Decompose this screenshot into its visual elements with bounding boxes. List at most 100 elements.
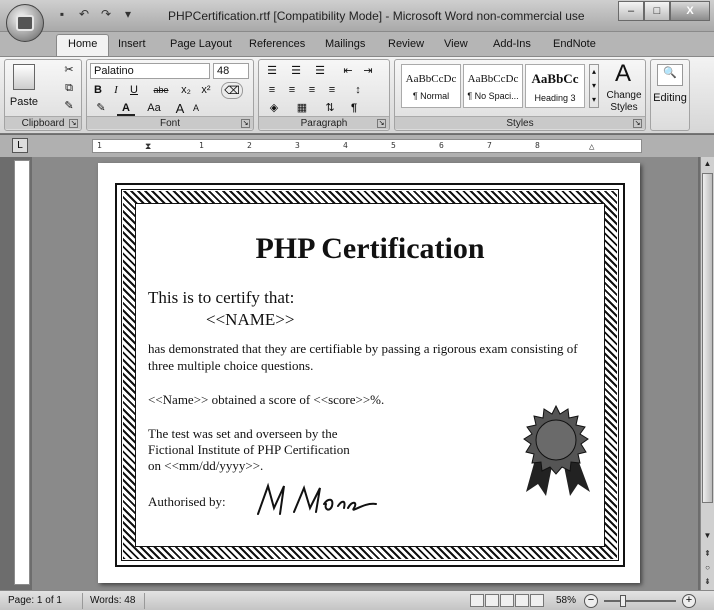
tab-add-ins[interactable]: Add-Ins (493, 38, 531, 50)
increase-indent-icon[interactable]: ⇥ (359, 63, 377, 80)
change-styles-icon[interactable]: A (607, 60, 639, 88)
styles-group: AaBbCcDc ¶ Normal AaBbCcDc ¶ No Spaci...… (394, 59, 646, 131)
minimize-button[interactable]: – (618, 1, 644, 21)
grow-font-button[interactable]: A (173, 100, 187, 117)
page-count[interactable]: Page: 1 of 1 (8, 595, 62, 606)
paste-button[interactable]: Paste (9, 94, 39, 111)
select-browse-object-icon[interactable]: ○ (701, 561, 714, 575)
previous-page-icon[interactable]: ⇞ (701, 547, 714, 561)
draft-view-icon[interactable] (530, 594, 544, 607)
maximize-button[interactable]: □ (644, 1, 670, 21)
subscript-button[interactable]: x₂ (177, 82, 195, 99)
italic-button[interactable]: I (109, 82, 123, 99)
highlight-icon[interactable]: ✎ (91, 100, 111, 117)
bold-button[interactable]: B (91, 82, 105, 99)
change-styles-button[interactable]: Change Styles (603, 90, 645, 118)
copy-icon[interactable]: ⧉ (61, 80, 77, 97)
zoom-level[interactable]: 58% (556, 595, 576, 606)
borders-icon[interactable]: ▦ (291, 100, 313, 117)
shading-icon[interactable]: ◈ (263, 100, 285, 117)
cut-icon[interactable]: ✂ (61, 62, 77, 79)
font-family-dropdown[interactable]: Palatino (90, 63, 210, 79)
tab-endnote[interactable]: EndNote (553, 38, 596, 50)
paste-icon[interactable] (13, 64, 35, 90)
indent-marker-icon[interactable]: ⧗ (145, 141, 151, 152)
editing-button[interactable]: Editing (651, 90, 689, 107)
format-painter-icon[interactable]: ✎ (61, 98, 77, 115)
redo-icon[interactable]: ↷ (98, 6, 114, 22)
demonstrated-text: has demonstrated that they are certifiab… (148, 341, 578, 373)
styles-scroll-icon[interactable]: ▴ ▾ ▾ (589, 64, 599, 108)
strikethrough-button[interactable]: abe (149, 82, 173, 99)
binoculars-icon[interactable]: 🔍 (657, 64, 683, 86)
show-marks-icon[interactable]: ¶ (345, 100, 363, 117)
font-launcher-icon[interactable]: ↘ (241, 119, 250, 128)
document-page[interactable]: PHP Certification This is to certify tha… (98, 163, 640, 583)
zoom-out-icon[interactable]: − (584, 594, 598, 608)
close-button[interactable]: X (670, 1, 710, 21)
align-center-icon[interactable]: ≡ (283, 82, 301, 99)
undo-icon[interactable]: ↶ (76, 6, 92, 22)
certificate-content[interactable]: PHP Certification This is to certify tha… (135, 203, 605, 547)
style-no-spacing[interactable]: AaBbCcDc ¶ No Spaci... (463, 64, 523, 108)
shrink-font-button[interactable]: A (189, 100, 203, 117)
next-page-icon[interactable]: ⇟ (701, 575, 714, 589)
ribbon: Paste ✂ ⧉ ✎ Clipboard ↘ Palatino 48 B I … (0, 56, 714, 134)
word-count[interactable]: Words: 48 (90, 595, 135, 606)
tab-review[interactable]: Review (388, 38, 424, 50)
right-indent-marker-icon[interactable]: △ (589, 141, 594, 152)
tab-view[interactable]: View (444, 38, 468, 50)
underline-button[interactable]: U (127, 82, 141, 99)
bullets-icon[interactable]: ☰ (263, 63, 281, 80)
zoom-slider-thumb[interactable] (620, 595, 627, 607)
justify-icon[interactable]: ≡ (323, 82, 341, 99)
line-spacing-icon[interactable]: ↕ (347, 82, 369, 99)
align-left-icon[interactable]: ≡ (263, 82, 281, 99)
change-case-button[interactable]: Aa (143, 100, 165, 117)
clear-formatting-icon[interactable]: ⌫ (221, 82, 243, 99)
font-group: Palatino 48 B I U abe x₂ x² ⌫ ✎ A Aa A A… (86, 59, 254, 131)
tab-mailings[interactable]: Mailings (325, 38, 365, 50)
numbering-icon[interactable]: ☰ (287, 63, 305, 80)
ribbon-tabs: Home Insert Page Layout References Maili… (0, 32, 714, 56)
font-color-icon[interactable]: A (117, 100, 135, 117)
zoom-slider[interactable] (604, 595, 676, 607)
tab-references[interactable]: References (249, 38, 305, 50)
authorised-label: Authorised by: (148, 494, 226, 509)
tab-selector-icon[interactable]: L (12, 138, 28, 153)
ruler-mark: 4 (343, 141, 348, 150)
vertical-ruler[interactable] (14, 160, 30, 585)
print-layout-view-icon[interactable] (470, 594, 484, 607)
name-merge-field: <<NAME>> (206, 310, 295, 329)
status-bar: Page: 1 of 1 Words: 48 58% − + (0, 590, 714, 610)
scroll-up-icon[interactable]: ▲ (701, 157, 714, 171)
decrease-indent-icon[interactable]: ⇤ (339, 63, 357, 80)
full-screen-view-icon[interactable] (485, 594, 499, 607)
zoom-in-icon[interactable]: + (682, 594, 696, 608)
sort-icon[interactable]: ⇅ (321, 100, 339, 117)
paragraph-launcher-icon[interactable]: ↘ (377, 119, 386, 128)
tab-page-layout[interactable]: Page Layout (170, 38, 232, 50)
scroll-down-icon[interactable]: ▼ (701, 529, 714, 543)
office-button[interactable] (6, 4, 44, 42)
clipboard-group: Paste ✂ ⧉ ✎ Clipboard ↘ (4, 59, 82, 131)
style-normal[interactable]: AaBbCcDc ¶ Normal (401, 64, 461, 108)
clipboard-launcher-icon[interactable]: ↘ (69, 119, 78, 128)
scroll-thumb[interactable] (702, 173, 713, 503)
web-layout-view-icon[interactable] (500, 594, 514, 607)
font-size-dropdown[interactable]: 48 (213, 63, 249, 79)
align-right-icon[interactable]: ≡ (303, 82, 321, 99)
styles-launcher-icon[interactable]: ↘ (633, 119, 642, 128)
title-bar: ▪ ↶ ↷ ▾ PHPCertification.rtf [Compatibil… (0, 0, 714, 32)
tab-home[interactable]: Home (56, 34, 110, 56)
save-icon[interactable]: ▪ (54, 6, 70, 22)
multilevel-list-icon[interactable]: ☰ (311, 63, 329, 80)
horizontal-ruler[interactable]: 1 1 2 3 4 5 6 7 8 ⧗ △ (92, 139, 642, 153)
tab-insert[interactable]: Insert (118, 38, 146, 50)
vertical-scrollbar[interactable]: ▲ ▼ ⇞ ○ ⇟ (700, 157, 714, 590)
style-name: ¶ Normal (412, 91, 450, 101)
customize-qat-icon[interactable]: ▾ (120, 6, 136, 22)
superscript-button[interactable]: x² (197, 82, 215, 99)
style-heading-3[interactable]: AaBbCc Heading 3 (525, 64, 585, 108)
outline-view-icon[interactable] (515, 594, 529, 607)
